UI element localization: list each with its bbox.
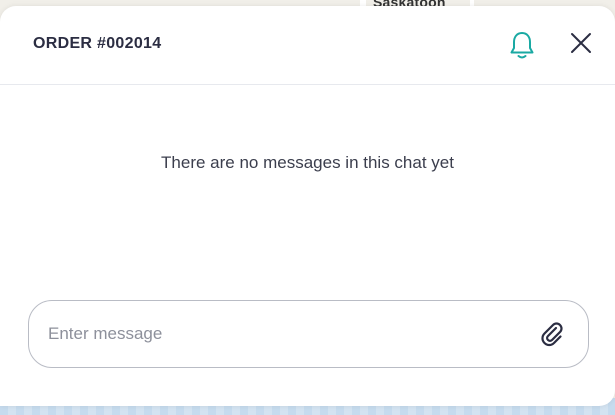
message-input[interactable] bbox=[48, 301, 518, 367]
chat-header: ORDER #002014 bbox=[0, 6, 615, 85]
close-button[interactable] bbox=[566, 28, 596, 58]
paperclip-icon bbox=[541, 322, 563, 347]
message-composer bbox=[28, 300, 589, 368]
chat-modal: ORDER #002014 There are no messages in t… bbox=[0, 6, 615, 406]
order-title: ORDER #002014 bbox=[33, 35, 162, 52]
bell-icon bbox=[510, 32, 534, 59]
close-icon bbox=[571, 33, 591, 53]
empty-chat-message: There are no messages in this chat yet bbox=[161, 153, 454, 172]
notifications-button[interactable] bbox=[506, 28, 538, 62]
attach-button[interactable] bbox=[537, 319, 567, 349]
